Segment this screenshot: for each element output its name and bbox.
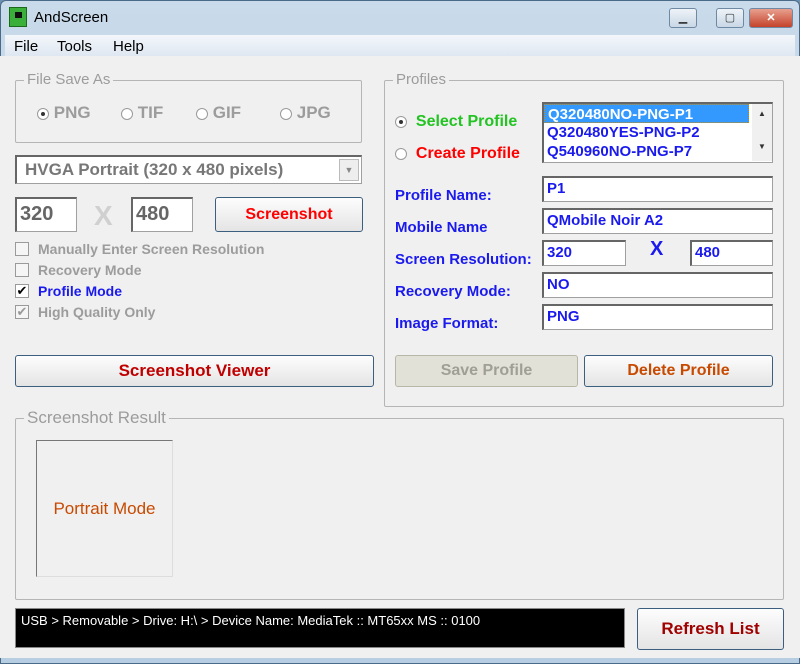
radio-gif[interactable]: GIF	[196, 103, 241, 123]
width-input[interactable]: 320	[15, 197, 77, 232]
profile-height-field[interactable]: 480	[690, 240, 773, 266]
list-item[interactable]: Q540960NO-PNG-P7	[544, 142, 772, 161]
radio-icon	[280, 107, 292, 120]
chevron-down-icon[interactable]: ▼	[339, 159, 359, 181]
profile-listbox[interactable]: Q320480NO-PNG-P1 Q320480YES-PNG-P2 Q5409…	[542, 102, 773, 163]
screenshot-preview: Portrait Mode	[36, 440, 173, 577]
list-item[interactable]: Q320480NO-PNG-P1	[544, 104, 749, 123]
delete-profile-button[interactable]: Delete Profile	[584, 355, 773, 387]
combo-value: HVGA Portrait (320 x 480 pixels)	[25, 160, 284, 179]
maximize-button[interactable]: ▢	[716, 8, 744, 28]
screenshot-viewer-button[interactable]: Screenshot Viewer	[15, 355, 374, 387]
create-profile-radio[interactable]: Create Profile	[395, 145, 520, 163]
screen-resolution-label: Screen Resolution:	[395, 251, 532, 268]
recovery-mode-label: Recovery Mode:	[395, 283, 511, 300]
radio-jpg[interactable]: JPG	[280, 103, 331, 123]
high-quality-checkbox[interactable]: ✔	[15, 305, 29, 319]
select-profile-radio[interactable]: Select Profile	[395, 113, 517, 131]
status-bar: USB > Removable > Drive: H:\ > Device Na…	[15, 608, 625, 648]
image-format-label: Image Format:	[395, 315, 499, 332]
profile-mode-checkbox[interactable]: ✔	[15, 284, 29, 298]
manual-resolution-checkbox[interactable]	[15, 242, 29, 256]
mobile-name-field[interactable]: QMobile Noir A2	[542, 208, 773, 234]
image-format-field[interactable]: PNG	[542, 304, 773, 330]
file-save-as-label: File Save As	[24, 71, 114, 88]
height-input[interactable]: 480	[131, 197, 193, 232]
menu-bar: File Tools Help	[5, 35, 795, 57]
close-button[interactable]: ✕	[749, 8, 793, 28]
window-title: AndScreen	[34, 9, 109, 26]
checkbox-label: Manually Enter Screen Resolution	[38, 241, 265, 257]
radio-tif[interactable]: TIF	[121, 103, 163, 123]
radio-icon	[37, 107, 49, 120]
screenshot-result-label: Screenshot Result	[24, 408, 169, 428]
scroll-up-icon[interactable]: ▲	[752, 109, 772, 118]
x-separator: X	[94, 200, 113, 231]
checkbox-label: High Quality Only	[38, 304, 156, 320]
title-bar: AndScreen ▁ ▢ ✕	[1, 1, 799, 35]
screenshot-button[interactable]: Screenshot	[215, 197, 363, 232]
menu-help[interactable]: Help	[113, 38, 144, 55]
profiles-label: Profiles	[393, 71, 450, 88]
radio-label: Select Profile	[415, 113, 518, 130]
screenshot-result-group: Screenshot Result Portrait Mode	[15, 408, 784, 600]
profile-name-field[interactable]: P1	[542, 176, 773, 202]
radio-icon	[121, 107, 133, 120]
mobile-name-label: Mobile Name	[395, 219, 488, 236]
menu-tools[interactable]: Tools	[57, 38, 92, 55]
radio-label: GIF	[212, 103, 242, 122]
radio-label: JPG	[296, 103, 331, 122]
save-profile-button[interactable]: Save Profile	[395, 355, 578, 387]
list-item[interactable]: Q320480YES-PNG-P2	[544, 123, 772, 142]
radio-icon	[395, 147, 407, 160]
checkbox-label: Profile Mode	[38, 283, 123, 299]
refresh-list-button[interactable]: Refresh List	[637, 608, 784, 650]
recovery-mode-checkbox[interactable]	[15, 263, 29, 277]
checkbox-label: Recovery Mode	[38, 262, 142, 278]
radio-icon	[395, 115, 407, 128]
client-area: File Save As PNG TIF GIF JPG HVGA Portra…	[0, 56, 800, 658]
file-save-as-group: File Save As PNG TIF GIF JPG	[15, 71, 362, 143]
recovery-mode-field[interactable]: NO	[542, 272, 773, 298]
listbox-scrollbar[interactable]: ▲ ▼	[752, 104, 772, 161]
radio-label: TIF	[137, 103, 164, 122]
minimize-button[interactable]: ▁	[669, 8, 697, 28]
resolution-combo[interactable]: HVGA Portrait (320 x 480 pixels) ▼	[15, 155, 362, 184]
scroll-down-icon[interactable]: ▼	[752, 142, 772, 151]
profile-x-separator: X	[650, 238, 664, 260]
profile-width-field[interactable]: 320	[542, 240, 626, 266]
menu-file[interactable]: File	[14, 38, 38, 55]
radio-png[interactable]: PNG	[37, 103, 91, 123]
radio-label: Create Profile	[415, 145, 520, 162]
radio-label: PNG	[53, 103, 91, 122]
profile-name-label: Profile Name:	[395, 187, 492, 204]
radio-icon	[196, 107, 208, 120]
app-logo-icon	[9, 7, 27, 27]
